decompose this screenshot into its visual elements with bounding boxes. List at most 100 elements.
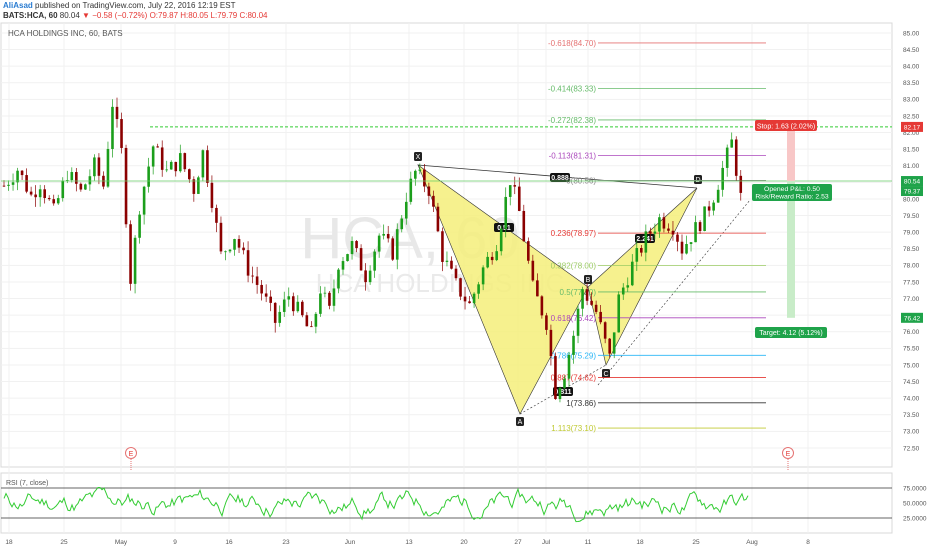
candle-body — [599, 311, 602, 323]
candle-body — [197, 177, 200, 194]
candle-body — [694, 222, 697, 243]
candle-body — [377, 235, 381, 252]
candle-body — [432, 195, 435, 207]
candle-body — [346, 254, 349, 262]
candle-body — [486, 256, 489, 268]
earnings-letter: E — [786, 451, 791, 458]
candle-body — [590, 300, 593, 305]
candle-body — [246, 250, 250, 276]
candle-body — [450, 260, 453, 269]
rsi-tick-label: 75.0000 — [903, 485, 927, 492]
candle-body — [522, 210, 526, 242]
y-tick-label: 84.00 — [903, 63, 920, 70]
risk-reward-text: Risk/Reward Ratio: 2.53 — [755, 194, 829, 201]
candle-body — [391, 238, 395, 260]
candle-body — [323, 292, 327, 294]
pattern-point-label: A — [518, 419, 523, 426]
candle-body — [25, 175, 28, 192]
candle-body — [658, 217, 661, 232]
candle-body — [508, 185, 512, 197]
candle-body — [287, 296, 291, 300]
candle-body — [160, 147, 164, 170]
candle-body — [178, 153, 182, 172]
candle-body — [621, 287, 625, 295]
fib-label: 0.236(78.97) — [551, 229, 597, 238]
candle-body — [721, 167, 724, 190]
fib-label: -0.414(83.33) — [548, 84, 596, 93]
candle-body — [7, 184, 10, 186]
x-tick-label: Jul — [542, 539, 551, 546]
fib-label: 0.5(77.20) — [560, 288, 597, 297]
candle-body — [291, 296, 295, 312]
y-tick-label: 84.50 — [903, 47, 920, 54]
fib-label: -0.272(82.38) — [548, 116, 596, 125]
candle-body — [206, 150, 209, 183]
candle-body — [296, 301, 300, 312]
ratio-label: 0.51 — [497, 225, 511, 232]
candle-body — [499, 228, 503, 252]
candle-body — [725, 147, 729, 168]
candle-body — [364, 270, 367, 283]
y-tick-label: 83.00 — [903, 97, 920, 104]
candle-body — [558, 388, 562, 400]
candle-body — [667, 228, 670, 231]
candle-body — [527, 241, 530, 261]
candle-body — [56, 198, 60, 204]
candle-body — [504, 196, 508, 229]
candle-body — [495, 251, 498, 261]
candle-body — [676, 234, 679, 242]
candle-body — [20, 170, 24, 176]
candle-body — [332, 288, 336, 306]
candle-body — [341, 261, 345, 270]
x-tick-label: 9 — [173, 539, 177, 546]
candle-body — [355, 241, 358, 249]
candle-body — [445, 260, 449, 262]
candle-body — [129, 224, 132, 284]
candle-body — [404, 201, 408, 219]
x-axis: 18 25 May 9 16 23 Jun 13 20 27 Jul 11 18 25 Aug 8 — [5, 539, 810, 546]
x-tick-label: 13 — [405, 539, 413, 546]
fib-label: -0.113(81.31) — [549, 151, 597, 160]
earnings-letter: E — [129, 451, 134, 458]
pattern-point-label: X — [416, 154, 421, 161]
candle-body — [359, 248, 363, 271]
candle-body — [133, 237, 137, 284]
candle-body — [255, 276, 259, 285]
y-tick-label: 82.50 — [903, 113, 920, 120]
y-tick-label: 80.00 — [903, 196, 920, 203]
candle-body — [251, 275, 254, 277]
candle-body — [472, 293, 476, 304]
candle-body — [716, 189, 720, 203]
x-tick-label: 16 — [225, 539, 233, 546]
y-tick-label: 78.00 — [903, 263, 920, 270]
price-chart[interactable]: HCA, 60 HCA HOLDINGS INC HCA HOLDINGS IN… — [0, 0, 932, 550]
y-tick-label: 73.50 — [903, 412, 920, 419]
candle-body — [192, 179, 196, 194]
candle-body — [395, 229, 399, 260]
fib-label: -0.618(84.70) — [548, 39, 596, 48]
candle-body — [88, 176, 92, 185]
x-tick-label: 25 — [692, 539, 700, 546]
candle-body — [301, 301, 304, 316]
candle-body — [188, 169, 191, 180]
candle-body — [84, 184, 87, 190]
y-axis: 72.50 73.00 73.50 74.00 74.50 75.00 75.50 76.00… — [901, 30, 923, 452]
candle-body — [635, 247, 639, 262]
fib-label: 1.113(73.10) — [551, 424, 596, 433]
candle-body — [730, 139, 734, 148]
stop-zone — [787, 126, 795, 182]
candle-body — [337, 269, 340, 289]
candle-body — [97, 157, 101, 176]
candle-body — [52, 199, 56, 204]
candle-body — [468, 301, 471, 304]
candle-body — [414, 170, 417, 179]
candle-body — [111, 106, 114, 149]
candle-body — [156, 146, 159, 148]
candle-body — [603, 322, 607, 339]
candle-body — [264, 293, 268, 297]
candle-body — [540, 296, 544, 316]
candle-body — [536, 280, 539, 297]
candle-body — [513, 185, 517, 187]
y-tick-label: 77.00 — [903, 296, 920, 303]
x-tick-label: 27 — [514, 539, 522, 546]
